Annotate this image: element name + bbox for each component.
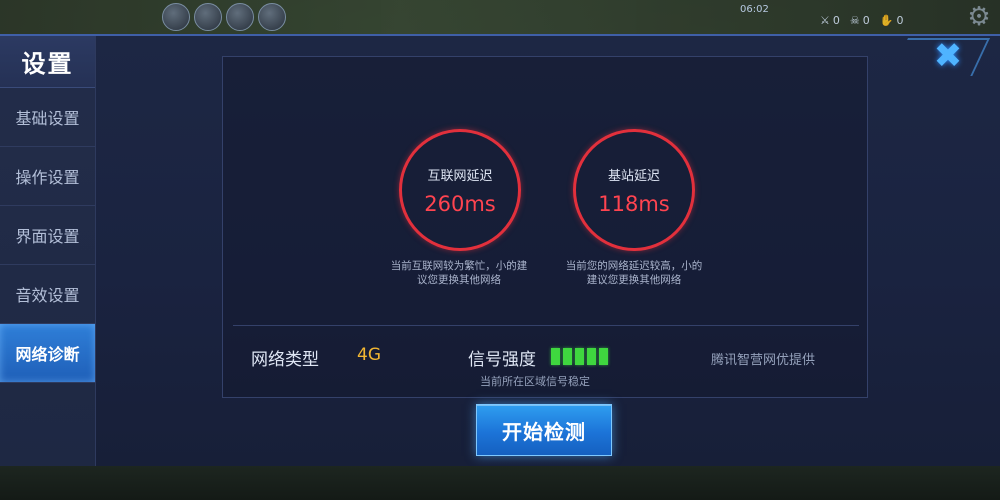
sidebar-item-controls[interactable]: 操作设置 — [0, 147, 95, 206]
assist-count: ✋ 0 — [879, 14, 904, 27]
base-latency-value: 118ms — [598, 191, 670, 216]
internet-latency-label: 互联网延迟 — [427, 168, 493, 184]
avatar — [258, 3, 286, 31]
sword-icon: ⚔ — [820, 14, 830, 27]
sidebar-item-interface[interactable]: 界面设置 — [0, 206, 95, 265]
skull-icon: ☠ — [849, 14, 860, 27]
network-diagnosis-panel: 互联网延迟 260ms 当前互联网较为繁忙，小的建议您更换其他网络 基站延迟 1… — [222, 56, 868, 398]
gear-icon[interactable]: ⚙ — [964, 2, 994, 32]
death-count: ☠ 0 — [849, 14, 870, 27]
sidebar-item-basic[interactable]: 基础设置 — [0, 88, 95, 147]
network-type-value: 4G — [357, 345, 381, 365]
signal-bar — [575, 348, 584, 365]
settings-sidebar: 设置 基础设置 操作设置 界面设置 音效设置 网络诊断 — [0, 36, 96, 468]
internet-latency-gauge: 互联网延迟 260ms — [399, 129, 521, 251]
avatar — [194, 3, 222, 31]
signal-bar — [587, 348, 596, 365]
avatar — [162, 3, 190, 31]
signal-strength-label: 信号强度 — [468, 350, 536, 370]
internet-latency-value: 260ms — [424, 191, 496, 216]
signal-strength-bars — [551, 348, 608, 365]
divider — [233, 325, 859, 326]
hud-stats: ⚔ 0 ☠ 0 ✋ 0 — [820, 14, 903, 27]
signal-note: 当前所在区域信号稳定 — [480, 375, 590, 388]
signal-bar — [563, 348, 572, 365]
network-type-label: 网络类型 — [251, 350, 319, 370]
close-button[interactable]: ✖ — [908, 36, 988, 76]
signal-bar — [599, 348, 608, 365]
base-latency-note: 当前您的网络延迟较高，小的建议您更换其他网络 — [565, 260, 703, 286]
close-icon: ✖ — [933, 36, 963, 76]
base-latency-label: 基站延迟 — [607, 168, 660, 184]
avatar — [226, 3, 254, 31]
sidebar-item-network[interactable]: 网络诊断 — [0, 324, 95, 383]
base-latency-gauge: 基站延迟 118ms — [573, 129, 695, 251]
hand-icon: ✋ — [879, 14, 894, 27]
sidebar-item-audio[interactable]: 音效设置 — [0, 265, 95, 324]
sidebar-title: 设置 — [0, 36, 95, 88]
start-detection-button[interactable]: 开始检测 — [476, 404, 612, 456]
hero-avatars — [162, 3, 286, 31]
internet-latency-note: 当前互联网较为繁忙，小的建议您更换其他网络 — [390, 260, 528, 286]
provider-credit: 腾讯智营网优提供 — [711, 353, 816, 368]
hud-time: 06:02 — [740, 4, 769, 15]
game-bottom-bar — [0, 466, 1000, 500]
game-hud: 06:02 ⚔ 0 ☠ 0 ✋ 0 ⚙ — [0, 0, 1000, 34]
signal-bar — [551, 348, 560, 365]
settings-dialog: 设置 基础设置 操作设置 界面设置 音效设置 网络诊断 ✖ 互联网延迟 260m… — [0, 34, 1000, 468]
kill-count: ⚔ 0 — [820, 14, 840, 27]
